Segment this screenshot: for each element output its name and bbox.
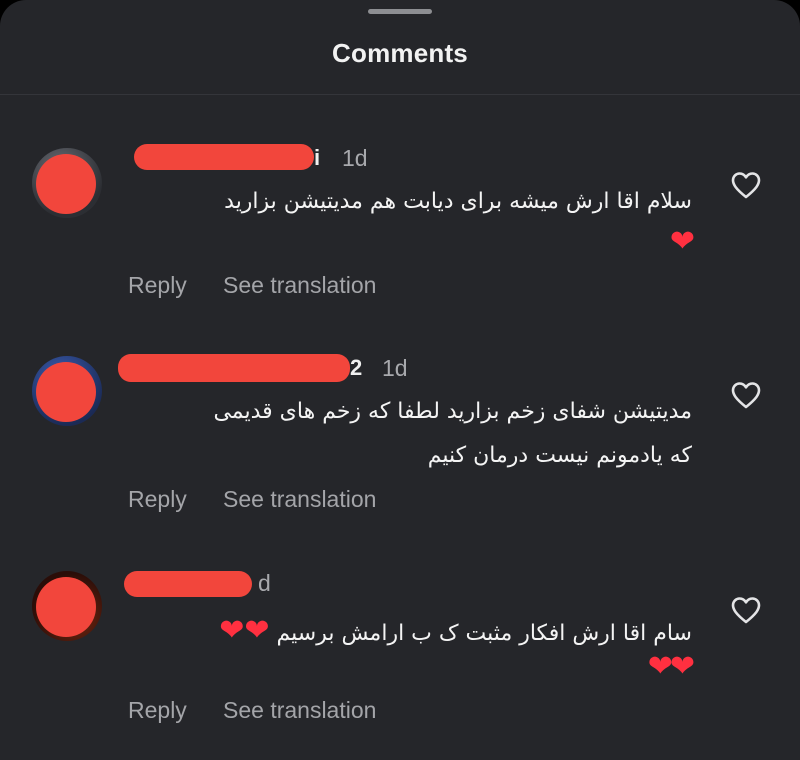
see-translation-button[interactable]: See translation [223, 697, 376, 724]
comment-item: i 1d سلام اقا ارش میشه برای دیابت هم مدی… [0, 140, 800, 310]
comment-time: 1d [342, 145, 368, 171]
reply-button[interactable]: Reply [128, 486, 187, 513]
username-redaction [118, 354, 350, 382]
heart-outline-icon[interactable] [730, 595, 762, 625]
header-divider [0, 94, 800, 95]
comment-text: مدیتیشن شفای زخم بزارید لطفا که زخم های … [213, 390, 692, 478]
comment-time: d [258, 570, 271, 596]
username-redaction [124, 571, 252, 597]
username-redaction [134, 144, 314, 170]
drag-handle[interactable] [368, 9, 432, 14]
comments-sheet: Comments i 1d سلام اقا ارش میشه برای دیا… [0, 0, 800, 760]
comment-item: gha d سام اقا ارش افکار مثبت ک ب ارامش ب… [0, 565, 800, 745]
comment-text-line: که یادمونم نیست درمان کنیم [427, 443, 692, 468]
avatar[interactable] [32, 148, 102, 218]
reply-button[interactable]: Reply [128, 272, 187, 299]
username-visible-end: 2 [350, 355, 363, 380]
heart-emoji: ❤ [669, 224, 695, 259]
comment-text: سام اقا ارش افکار مثبت ک ب ارامش برسیم ❤… [219, 609, 692, 656]
heart-outline-icon[interactable] [730, 170, 762, 200]
comment-text-line: سام اقا ارش افکار مثبت ک ب ارامش برسیم ❤… [219, 609, 692, 656]
avatar-redaction [36, 577, 96, 637]
comment-text: سلام اقا ارش میشه برای دیابت هم مدیتیشن … [224, 180, 692, 224]
username-visible-end: i [314, 145, 321, 170]
comment-time: 1d [382, 355, 408, 381]
avatar[interactable] [32, 571, 102, 641]
comment-item: 2 1d مدیتیشن شفای زخم بزارید لطفا که زخم… [0, 350, 800, 520]
heart-emoji: ❤❤ [647, 649, 695, 684]
see-translation-button[interactable]: See translation [223, 272, 376, 299]
sheet-title: Comments [332, 38, 468, 68]
heart-outline-icon[interactable] [730, 380, 762, 410]
comment-text-line: سلام اقا ارش میشه برای دیابت هم مدیتیشن … [224, 189, 692, 214]
see-translation-button[interactable]: See translation [223, 486, 376, 513]
avatar[interactable] [32, 356, 102, 426]
comment-text-line: مدیتیشن شفای زخم بزارید لطفا که زخم های … [213, 399, 692, 424]
inline-heart-emoji: ❤❤ [219, 613, 271, 648]
avatar-redaction [36, 362, 96, 422]
reply-button[interactable]: Reply [128, 697, 187, 724]
comment-text-content: سام اقا ارش افکار مثبت ک ب ارامش برسیم [276, 621, 692, 646]
avatar-redaction [36, 154, 96, 214]
